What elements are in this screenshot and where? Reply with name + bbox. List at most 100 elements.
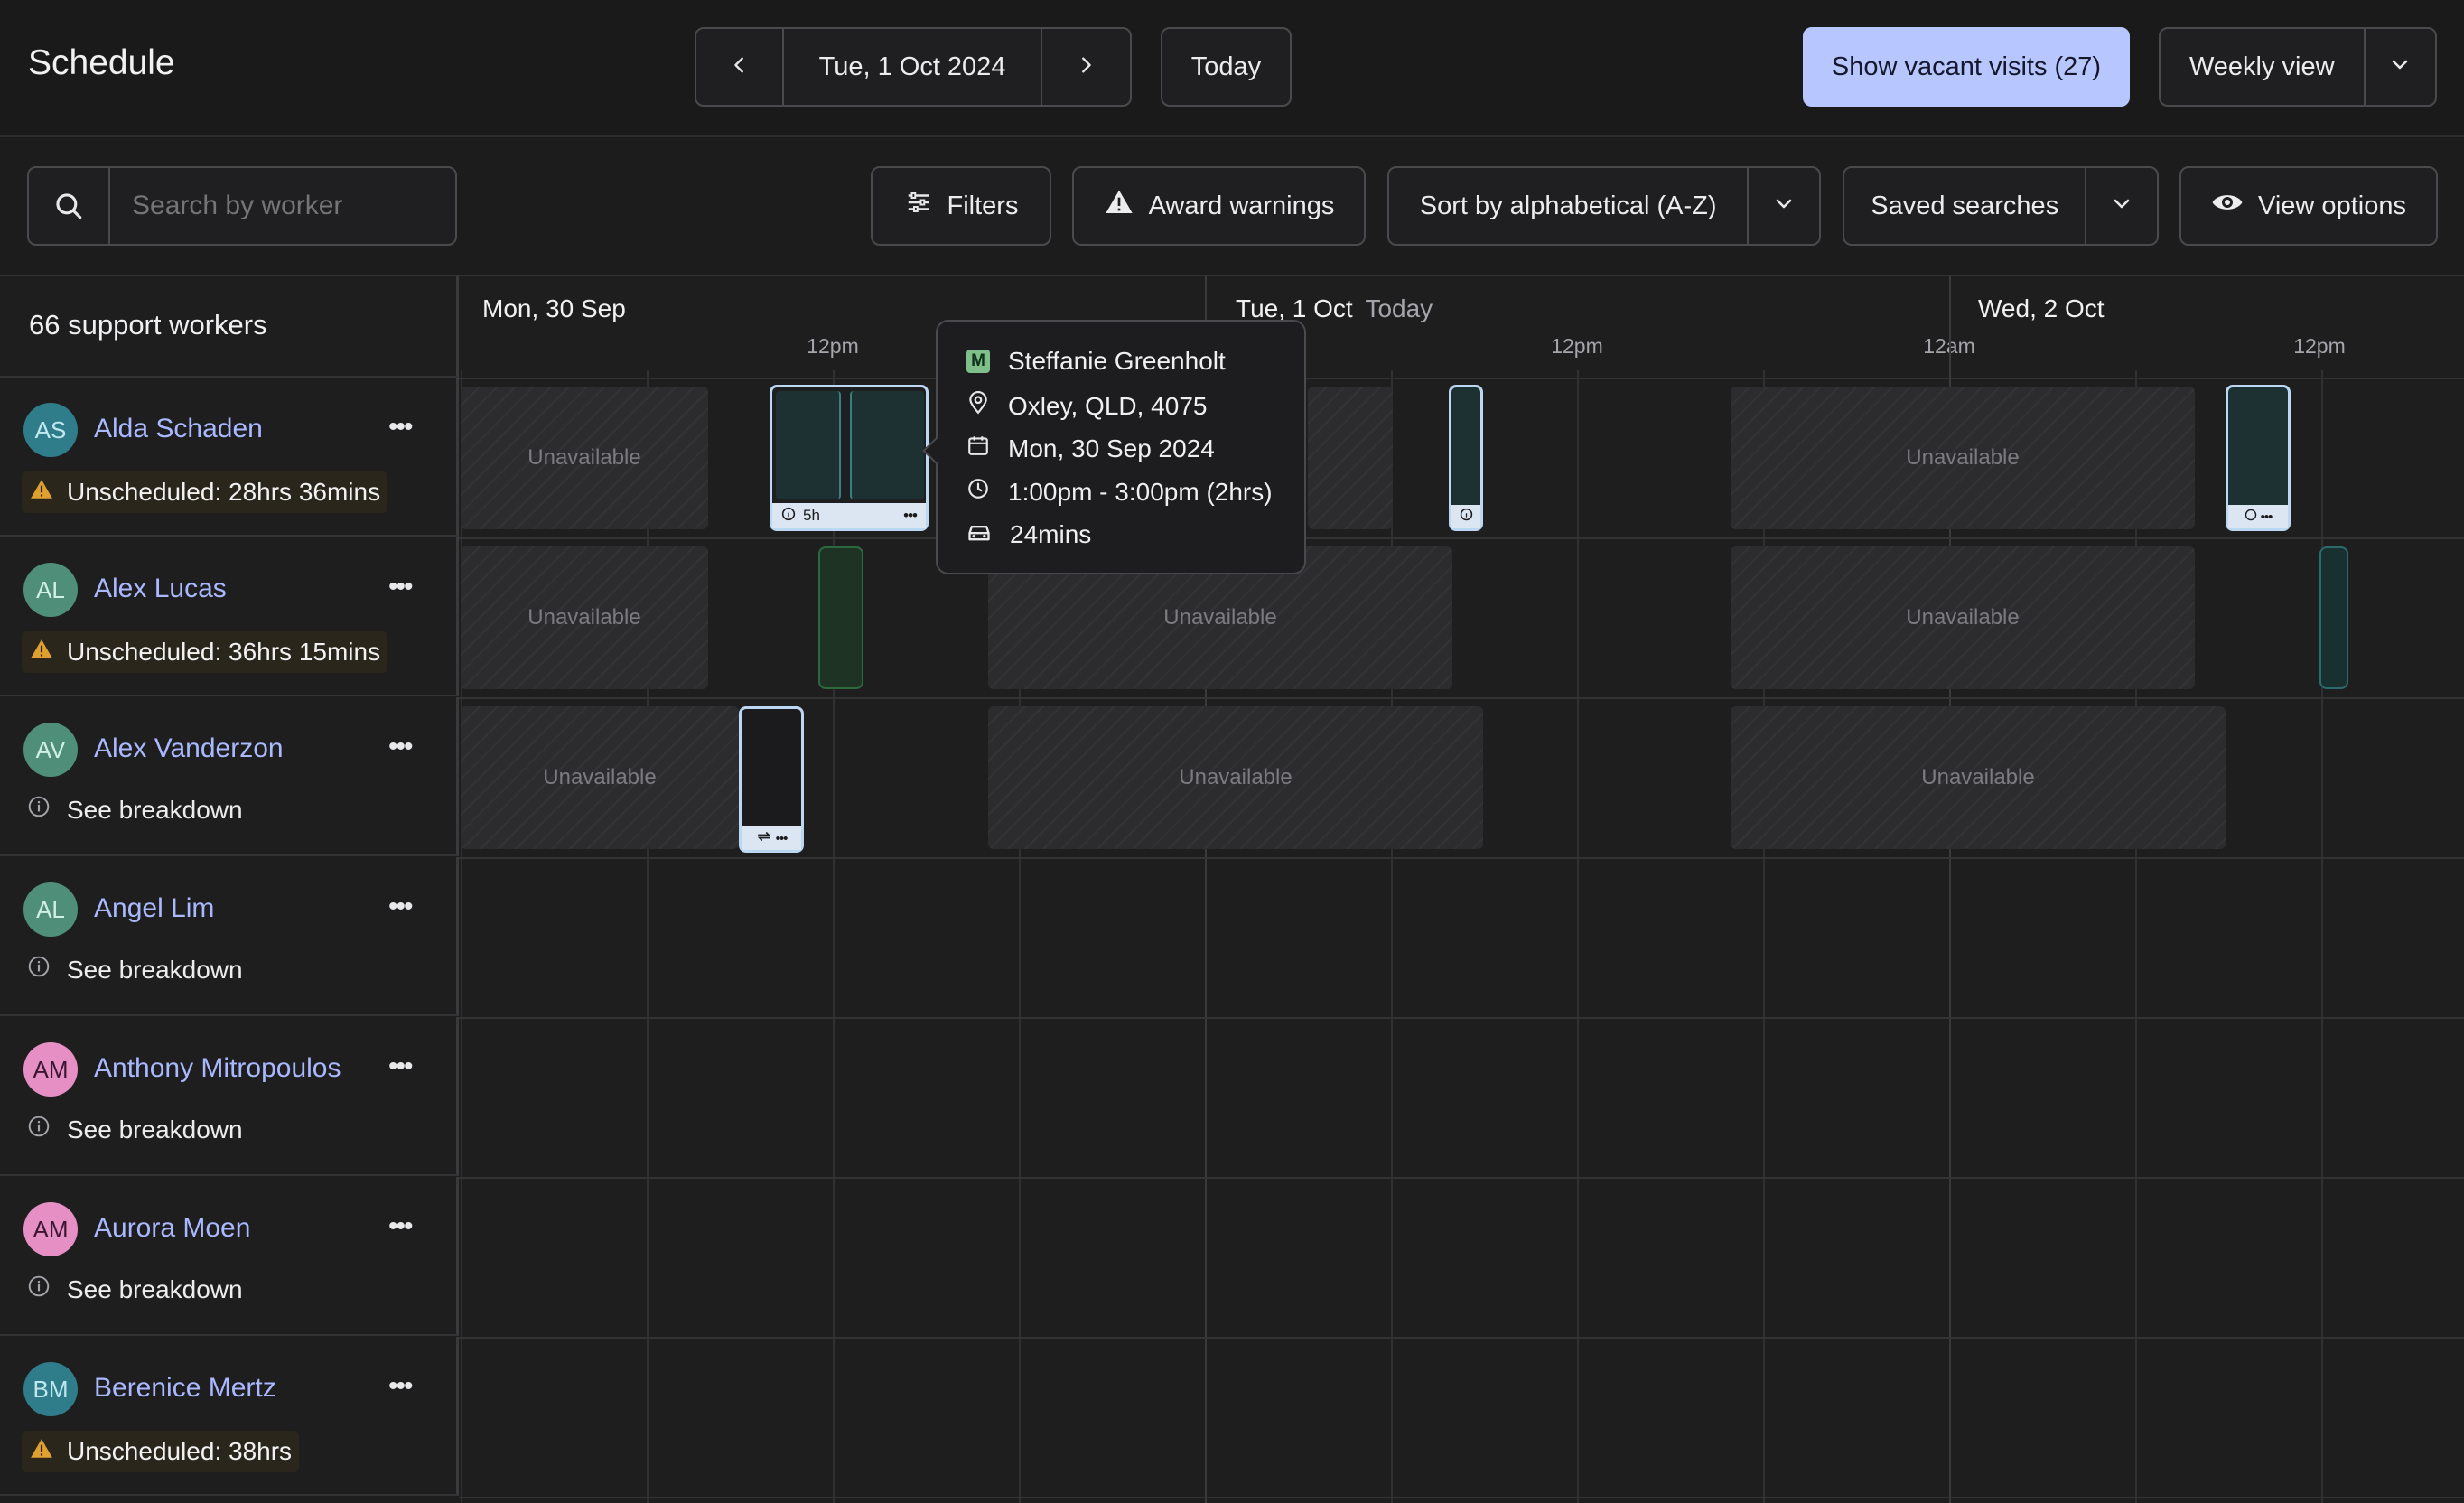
row-divider <box>459 1337 2464 1339</box>
unavailable-block: Unavailable <box>461 706 739 849</box>
shift-block[interactable]: ••• <box>2226 385 2291 531</box>
saved-searches-dropdown-button[interactable] <box>2086 168 2157 244</box>
worker-row: AS Alda Schaden ••• Unscheduled: 28hrs 3… <box>0 378 459 537</box>
grid-column-line <box>833 370 835 1503</box>
grid-column-line <box>647 370 649 1503</box>
unavailable-block: Unavailable <box>988 706 1483 849</box>
unscheduled-text: Unscheduled: 36hrs 15mins <box>67 638 381 666</box>
show-vacant-visits-button[interactable]: Show vacant visits (27) <box>1803 27 2130 107</box>
avatar: AM <box>23 1202 78 1256</box>
warning-icon <box>29 638 54 667</box>
date-navigator: Tue, 1 Oct 2024 <box>695 27 1132 107</box>
more-options-icon[interactable]: ••• <box>388 572 413 602</box>
map-pin-icon <box>966 390 990 422</box>
worker-row: AM Aurora Moen ••• See breakdown <box>0 1177 459 1336</box>
saved-searches-button[interactable]: Saved searches <box>1844 168 2087 244</box>
calendar-icon <box>966 434 990 463</box>
current-date-button[interactable]: Tue, 1 Oct 2024 <box>784 29 1041 105</box>
next-day-button[interactable] <box>1040 29 1130 105</box>
shift-block[interactable] <box>818 546 863 689</box>
filters-button[interactable]: Filters <box>871 166 1051 246</box>
worker-name-link[interactable]: Berenice Mertz <box>94 1373 276 1404</box>
see-breakdown-link[interactable]: See breakdown <box>27 1274 243 1304</box>
location-text: Oxley, QLD, 4075 <box>1008 391 1208 420</box>
see-breakdown-link[interactable]: See breakdown <box>27 955 243 985</box>
tooltip-client: M Steffanie Greenholt <box>966 347 1226 376</box>
worker-name-link[interactable]: Aurora Moen <box>94 1213 250 1244</box>
shift-block[interactable] <box>1449 385 1483 531</box>
worker-name-link[interactable]: Alex Vanderzon <box>94 733 284 764</box>
more-options-icon[interactable]: ••• <box>388 1051 413 1082</box>
sort-button[interactable]: Sort by alphabetical (A-Z) <box>1389 168 1750 244</box>
search-box <box>27 166 457 246</box>
worker-name-link[interactable]: Alda Schaden <box>94 414 263 444</box>
more-options-icon[interactable]: ••• <box>2261 509 2273 525</box>
search-input[interactable] <box>110 190 441 222</box>
avatar: BM <box>23 1362 78 1416</box>
clock-icon <box>966 477 990 507</box>
info-icon <box>781 507 796 526</box>
worker-count: 66 support workers <box>29 309 267 341</box>
avatar: AL <box>23 563 78 617</box>
worker-row: AM Anthony Mitropoulos ••• See breakdown <box>0 1017 459 1176</box>
worker-name-link[interactable]: Angel Lim <box>94 893 214 924</box>
row-divider <box>459 1017 2464 1019</box>
view-options-label: View options <box>2258 191 2406 220</box>
info-icon <box>27 795 51 825</box>
grid-header-divider <box>459 378 2464 379</box>
warning-triangle-icon <box>1104 188 1134 224</box>
grid-column-line <box>2321 370 2323 1503</box>
chevron-down-icon <box>1773 191 1795 221</box>
more-options-icon[interactable]: ••• <box>388 892 413 922</box>
view-options-button[interactable]: View options <box>2179 166 2438 246</box>
day-header-mon: Mon, 30 Sep <box>482 294 626 322</box>
more-options-icon[interactable]: ••• <box>776 831 789 846</box>
worker-row: AL Angel Lim ••• See breakdown <box>0 857 459 1016</box>
shift-block[interactable] <box>2319 546 2348 689</box>
see-breakdown-link[interactable]: See breakdown <box>27 1115 243 1144</box>
eye-icon <box>2211 191 2244 221</box>
see-breakdown-text: See breakdown <box>67 795 243 824</box>
previous-day-button[interactable] <box>696 29 785 105</box>
unscheduled-text: Unscheduled: 38hrs <box>67 1437 293 1465</box>
warning-icon <box>29 478 54 508</box>
shift-block[interactable]: ••• <box>739 706 804 853</box>
award-warnings-button[interactable]: Award warnings <box>1072 166 1366 246</box>
shift-block-selected[interactable]: 5h ••• <box>770 385 929 531</box>
search-icon <box>29 168 110 244</box>
worker-name-link[interactable]: Alex Lucas <box>94 574 227 604</box>
award-warnings-label: Award warnings <box>1148 191 1335 220</box>
sort-dropdown-button[interactable] <box>1749 168 1819 244</box>
grid-column-line <box>2135 370 2137 1503</box>
see-breakdown-text: See breakdown <box>67 955 243 984</box>
worker-name-link[interactable]: Anthony Mitropoulos <box>94 1053 341 1084</box>
row-divider <box>459 537 2464 539</box>
see-breakdown-link[interactable]: See breakdown <box>27 795 243 825</box>
tick-label: 12pm <box>1551 334 1603 358</box>
view-dropdown-button[interactable] <box>2366 29 2435 105</box>
see-breakdown-text: See breakdown <box>67 1115 243 1144</box>
saved-searches-selector: Saved searches <box>1843 166 2159 246</box>
time-text: 1:00pm - 3:00pm (2hrs) <box>1008 477 1273 506</box>
row-divider <box>459 697 2464 699</box>
more-options-icon[interactable]: ••• <box>388 412 413 443</box>
more-options-icon[interactable]: ••• <box>903 507 918 525</box>
warning-icon <box>29 1437 54 1467</box>
travel-text: 24mins <box>1010 520 1092 548</box>
info-icon <box>2245 509 2257 525</box>
tick-label: 12pm <box>807 334 859 358</box>
more-options-icon[interactable]: ••• <box>388 732 413 762</box>
info-icon <box>27 1274 51 1304</box>
unscheduled-badge: Unscheduled: 28hrs 36mins <box>22 471 388 513</box>
weekly-view-button[interactable]: Weekly view <box>2161 29 2366 105</box>
today-button[interactable]: Today <box>1161 27 1292 107</box>
grid-column-line <box>1763 370 1765 1503</box>
more-options-icon[interactable]: ••• <box>388 1371 413 1402</box>
tooltip-time: 1:00pm - 3:00pm (2hrs) <box>966 477 1273 507</box>
worker-row: AV Alex Vanderzon ••• See breakdown <box>0 697 459 856</box>
more-options-icon[interactable]: ••• <box>388 1211 413 1242</box>
filters-label: Filters <box>947 191 1019 220</box>
avatar: AL <box>23 882 78 937</box>
tooltip-date: Mon, 30 Sep 2024 <box>966 434 1215 463</box>
view-selector: Weekly view <box>2159 27 2437 107</box>
